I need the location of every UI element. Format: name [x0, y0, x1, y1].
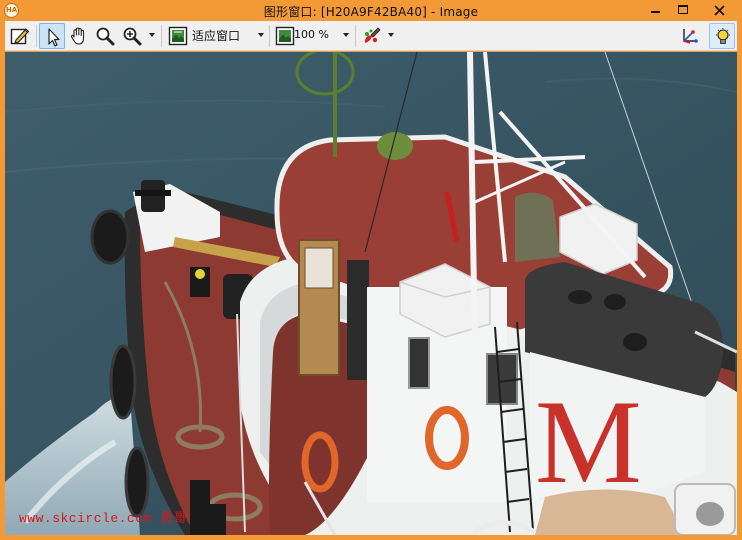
- title-suffix: Image: [439, 5, 479, 19]
- pan-tool-button[interactable]: [66, 23, 92, 49]
- paint-icon: [365, 27, 381, 43]
- bulb-icon: [716, 28, 730, 44]
- zoom-in-icon: [123, 27, 142, 46]
- close-icon: [714, 5, 725, 16]
- coordinate-axis-button[interactable]: [677, 23, 703, 49]
- edit-icon: [10, 28, 30, 45]
- close-button[interactable]: [698, 0, 742, 20]
- pointer-tool-button[interactable]: [39, 23, 65, 49]
- hand-icon: [70, 27, 85, 45]
- zoom-level-label[interactable]: 100 %: [294, 28, 329, 41]
- zoom-level-dropdown-arrow[interactable]: [343, 33, 349, 37]
- zoom-icon: [275, 26, 295, 46]
- title-prefix: 图形窗口:: [263, 5, 321, 19]
- fit-window-button[interactable]: [165, 23, 191, 49]
- title-bar[interactable]: HA 图形窗口: [H20A9F42BA40] - Image: [0, 0, 742, 21]
- title-window-id: [H20A9F42BA40]: [320, 5, 428, 19]
- watermark-text: www.skcircle.com 勇哥: [19, 511, 188, 526]
- image-window: HA 图形窗口: [H20A9F42BA40] - Image 适应窗口 100…: [0, 0, 742, 540]
- fit-mode-label[interactable]: 适应窗口: [192, 27, 240, 44]
- pointer-icon: [48, 28, 60, 47]
- zoom-in-tool-button[interactable]: [119, 23, 145, 49]
- paint-button[interactable]: [359, 23, 385, 49]
- window-title: 图形窗口: [H20A9F42BA40] - Image: [0, 3, 742, 20]
- magnify-tool-button[interactable]: [92, 23, 118, 49]
- edit-button[interactable]: [7, 23, 33, 49]
- image-canvas[interactable]: M www.skcircle.com 勇哥: [5, 52, 737, 535]
- fit-mode-dropdown-arrow[interactable]: [258, 33, 264, 37]
- maximize-button[interactable]: [668, 0, 698, 20]
- minimize-button[interactable]: [640, 0, 670, 20]
- title-separator: -: [427, 5, 440, 19]
- paint-dropdown-arrow[interactable]: [388, 33, 394, 37]
- minimize-icon: [651, 11, 660, 13]
- toolbar: 适应窗口 100 %: [5, 21, 737, 51]
- boat-photo: M: [5, 52, 737, 535]
- info-bulb-button[interactable]: [709, 23, 735, 49]
- maximize-icon: [678, 5, 688, 14]
- zoom-in-dropdown-arrow[interactable]: [149, 33, 155, 37]
- axis-icon: [683, 29, 698, 44]
- fit-window-icon: [168, 26, 188, 46]
- hull-letter-text: M: [535, 375, 642, 508]
- magnifier-icon: [96, 27, 115, 46]
